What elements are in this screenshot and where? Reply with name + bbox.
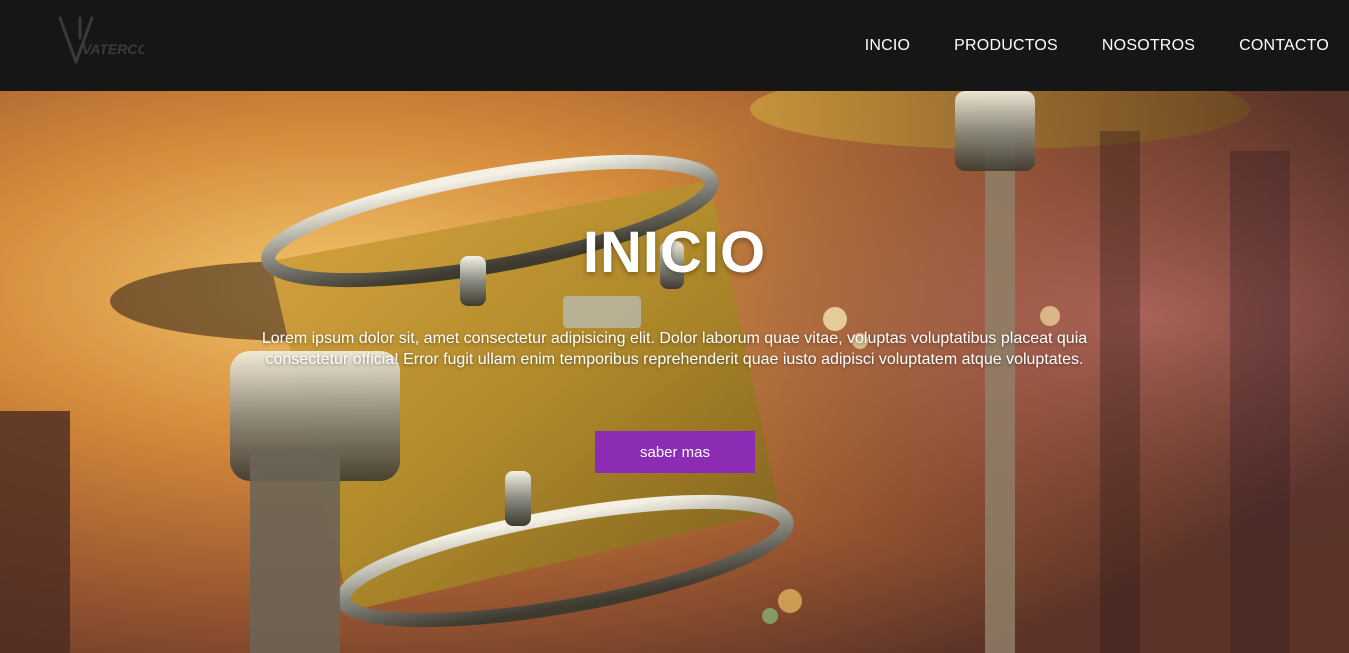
vatercor-logo[interactable]: VATERCOR — [52, 16, 144, 70]
nav-link-productos[interactable]: PRODUCTOS — [954, 37, 1058, 55]
saber-mas-button[interactable]: saber mas — [595, 431, 755, 473]
nav-link-contacto[interactable]: CONTACTO — [1239, 37, 1329, 55]
logo-wordmark: VATERCOR — [82, 41, 144, 57]
nav-link-inicio[interactable]: INCIO — [865, 37, 910, 55]
nav-link-nosotros[interactable]: NOSOTROS — [1102, 37, 1195, 55]
hero-title: INICIO — [582, 220, 767, 285]
hero-description: Lorem ipsum dolor sit, amet consectetur … — [261, 330, 1088, 368]
hero-content: INICIO Lorem ipsum dolor sit, amet conse… — [0, 91, 1349, 653]
main-nav: INCIO PRODUCTOS NOSOTROS CONTACTO — [821, 0, 1329, 91]
hero-section: INICIO Lorem ipsum dolor sit, amet conse… — [0, 91, 1349, 653]
navbar: VATERCOR INCIO PRODUCTOS NOSOTROS CONTAC… — [0, 0, 1349, 91]
